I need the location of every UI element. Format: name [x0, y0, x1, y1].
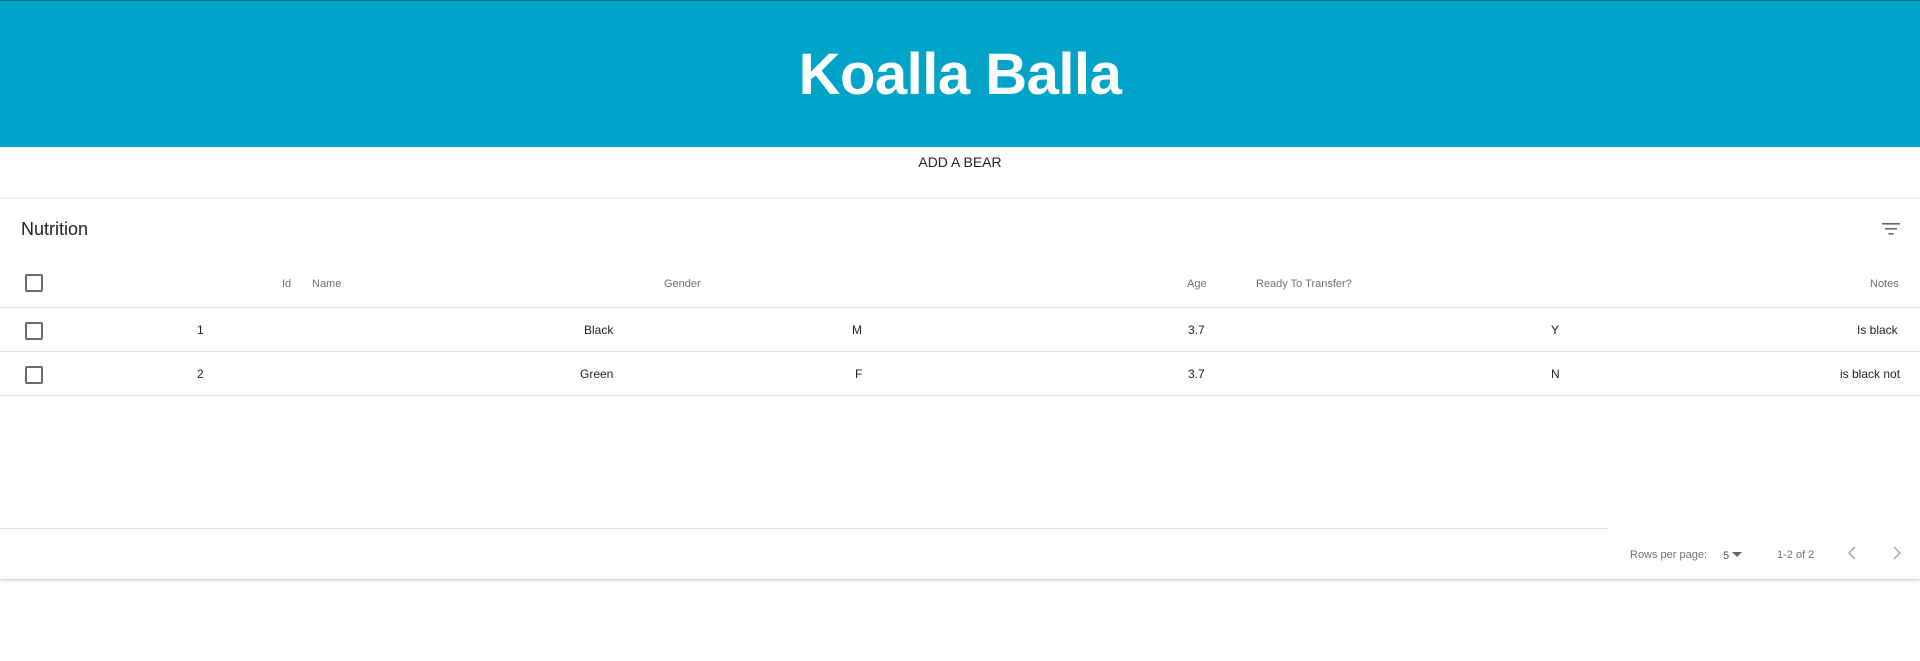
- cell-name: Black: [584, 323, 614, 337]
- rows-per-page-value: 5: [1723, 550, 1730, 562]
- cell-name: Green: [580, 367, 614, 381]
- pagination-range: 1-2 of 2: [1777, 549, 1815, 561]
- row-divider: [0, 395, 1920, 396]
- cell-notes: is black not: [1840, 367, 1901, 381]
- table-title: Nutrition: [21, 219, 89, 239]
- table-toolbar: Nutrition: [0, 199, 1920, 261]
- column-header-name[interactable]: Name: [312, 277, 341, 291]
- cell-age: 3.7: [1188, 323, 1205, 337]
- cell-age: 3.7: [1188, 367, 1205, 381]
- cell-ready: Y: [1551, 323, 1560, 337]
- rows-per-page-label: Rows per page:: [1630, 549, 1708, 561]
- cell-gender: M: [852, 323, 862, 337]
- column-header-notes[interactable]: Notes: [1870, 277, 1899, 291]
- column-header-gender[interactable]: Gender: [664, 277, 701, 291]
- header-divider: [0, 307, 1920, 308]
- cell-gender: F: [855, 367, 863, 381]
- filter-list-icon[interactable]: [1880, 219, 1902, 239]
- row-divider: [0, 351, 1920, 352]
- app-title: Koalla Balla: [798, 41, 1122, 107]
- cell-ready: N: [1551, 367, 1560, 381]
- cell-notes: Is black: [1857, 323, 1898, 337]
- app-header: Koalla Balla: [0, 1, 1920, 147]
- cell-id: 2: [197, 367, 204, 381]
- chevron-right-icon[interactable]: [1886, 543, 1906, 563]
- rows-per-page-select[interactable]: 5: [1723, 546, 1743, 562]
- chevron-left-icon[interactable]: [1843, 543, 1863, 563]
- caret-down-icon: [1732, 552, 1743, 557]
- row-checkbox[interactable]: [25, 322, 43, 340]
- add-bear-button[interactable]: ADD A BEAR: [0, 147, 1920, 177]
- footer-divider: [0, 528, 1608, 529]
- cell-id: 1: [197, 323, 204, 337]
- select-all-checkbox[interactable]: [25, 274, 43, 292]
- column-header-ready-to-transfer[interactable]: Ready To Transfer?: [1256, 277, 1352, 291]
- column-header-id[interactable]: Id: [282, 277, 291, 291]
- column-header-age[interactable]: Age: [1187, 277, 1207, 291]
- nutrition-table-panel: Nutrition Id Name Gender Age Ready To Tr…: [0, 199, 1920, 579]
- row-checkbox[interactable]: [25, 366, 43, 384]
